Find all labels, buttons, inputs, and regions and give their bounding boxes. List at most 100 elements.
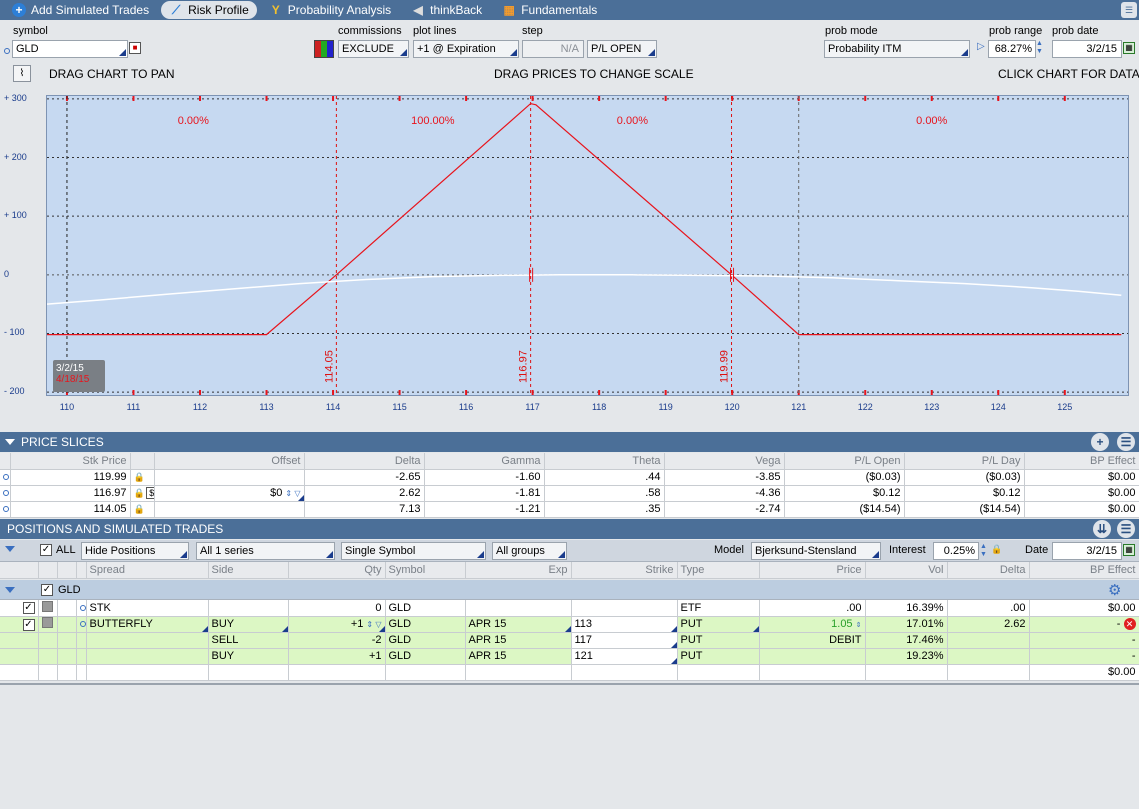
- col-price[interactable]: Price: [759, 562, 866, 579]
- prob-range-stepper[interactable]: ▲ ▼: [1036, 40, 1043, 56]
- col-exp[interactable]: Exp: [465, 562, 572, 579]
- stk-price-cell[interactable]: 114.05: [10, 501, 131, 518]
- strike-select[interactable]: 121: [570, 647, 678, 665]
- col-type[interactable]: Type: [677, 562, 760, 579]
- col-bp-effect[interactable]: BP Effect: [1029, 562, 1139, 579]
- remove-icon[interactable]: ✕: [1123, 618, 1136, 630]
- interest-lock-icon[interactable]: 🔒: [991, 544, 1002, 555]
- chart-settings-icon[interactable]: ⌇: [13, 65, 31, 82]
- offset-field[interactable]: $0 ⇕ ▽: [153, 484, 305, 502]
- model-select[interactable]: Bjerksund-Stensland: [751, 542, 881, 560]
- lock-icon[interactable]: 🔒: [134, 504, 145, 514]
- price-field[interactable]: 1.05 ⇕: [759, 616, 866, 633]
- dollar-icon[interactable]: $: [145, 487, 153, 499]
- price-slices-header[interactable]: PRICE SLICES: [0, 432, 1139, 452]
- col-pl-day[interactable]: P/L Day: [904, 453, 1025, 470]
- row-checkbox[interactable]: ✓: [22, 602, 35, 615]
- commissions-select[interactable]: EXCLUDE: [338, 40, 409, 58]
- menu-icon[interactable]: ☰: [1121, 2, 1137, 18]
- col-vol[interactable]: Vol: [865, 562, 948, 579]
- table-row[interactable]: BUY +1 GLD APR 15 121 PUT 19.23% -: [0, 647, 1139, 665]
- col-strike[interactable]: Strike: [571, 562, 678, 579]
- col-bp-effect[interactable]: BP Effect: [1024, 453, 1139, 470]
- col-qty[interactable]: Qty: [288, 562, 386, 579]
- risk-chart[interactable]: 114.05 116.97 119.99 0.00% 100.00% 0.00% 0.00%…: [46, 95, 1129, 396]
- qty-field[interactable]: +1 ⇕ ▽: [287, 615, 386, 633]
- calendar-icon[interactable]: ▦: [1123, 544, 1135, 556]
- side-select[interactable]: BUY: [207, 615, 289, 633]
- tab-fundamentals[interactable]: ▦ Fundamentals: [494, 1, 605, 19]
- row-color-swatch[interactable]: [41, 600, 53, 612]
- offset-cell[interactable]: [154, 501, 305, 518]
- date-field[interactable]: 3/2/15: [1052, 542, 1122, 560]
- play-icon[interactable]: ▷: [977, 41, 985, 52]
- col-gamma[interactable]: Gamma: [424, 453, 545, 470]
- strike-select[interactable]: 113: [570, 615, 678, 633]
- spread-select[interactable]: BUTTERFLY: [85, 615, 209, 633]
- col-stk-price[interactable]: Stk Price: [10, 453, 131, 470]
- series-select[interactable]: All 1 series: [196, 542, 335, 560]
- interest-field[interactable]: 0.25%: [933, 542, 979, 560]
- slices-menu-icon[interactable]: ☰: [1117, 433, 1135, 451]
- interest-stepper[interactable]: ▲ ▼: [980, 543, 987, 559]
- positions-header[interactable]: POSITIONS AND SIMULATED TRADES: [0, 519, 1139, 539]
- col-delta[interactable]: Delta: [304, 453, 425, 470]
- stk-price-cell[interactable]: 116.97: [10, 485, 131, 502]
- tab-add-simulated-trades[interactable]: + Add Simulated Trades: [4, 1, 157, 19]
- prob-range-field[interactable]: 68.27%: [988, 40, 1036, 58]
- col-vega[interactable]: Vega: [664, 453, 785, 470]
- lock-icon[interactable]: 🔒: [134, 472, 145, 482]
- add-slice-icon[interactable]: +: [1091, 433, 1109, 451]
- strike-select[interactable]: 117: [570, 631, 678, 649]
- col-side[interactable]: Side: [208, 562, 289, 579]
- tab-probability-analysis[interactable]: Y Probability Analysis: [261, 1, 399, 19]
- col-spread[interactable]: Spread: [86, 562, 209, 579]
- offset-stepper[interactable]: ⇕ ▽: [285, 489, 300, 498]
- stk-price-cell[interactable]: 119.99: [10, 469, 131, 486]
- hide-positions-select[interactable]: Hide Positions: [81, 542, 189, 560]
- collapse-icon[interactable]: [5, 439, 15, 445]
- qty-stepper[interactable]: ⇕ ▽: [366, 620, 381, 629]
- expand-icon[interactable]: [5, 546, 15, 552]
- col-theta[interactable]: Theta: [544, 453, 665, 470]
- tab-thinkback[interactable]: ◀ thinkBack: [403, 1, 490, 19]
- symbol-field[interactable]: GLD: [12, 40, 128, 58]
- symbol-color-icon[interactable]: ■: [129, 42, 141, 54]
- prob-date-field[interactable]: 3/2/15: [1052, 40, 1122, 58]
- pl-mode-select[interactable]: P/L OPEN: [587, 40, 657, 58]
- expand-group-icon[interactable]: [5, 587, 15, 593]
- price-stepper[interactable]: ⇕: [856, 622, 862, 629]
- offset-cell[interactable]: [154, 469, 305, 486]
- link-dot-icon[interactable]: [79, 604, 85, 611]
- collapse-all-icon[interactable]: ⇊: [1093, 520, 1111, 538]
- color-grid-icon[interactable]: [314, 40, 334, 58]
- table-row[interactable]: 114.05 🔒 7.13 -1.21 .35 -2.74 ($14.54) (…: [0, 501, 1139, 518]
- link-dot-icon[interactable]: [3, 474, 9, 480]
- symbol-mode-select[interactable]: Single Symbol: [341, 542, 486, 560]
- link-dot-icon[interactable]: [79, 621, 85, 627]
- link-dot-icon[interactable]: [3, 506, 9, 512]
- table-row[interactable]: SELL -2 GLD APR 15 117 PUT DEBIT 17.46% …: [0, 631, 1139, 649]
- lock-icon[interactable]: 🔒: [134, 488, 145, 498]
- table-row[interactable]: 119.99 🔒 -2.65 -1.60 .44 -3.85 ($0.03) (…: [0, 469, 1139, 486]
- group-row-gld[interactable]: ✓ GLD ⚙: [0, 580, 1139, 600]
- link-dot-icon[interactable]: [4, 45, 10, 57]
- link-dot-icon[interactable]: [3, 490, 9, 496]
- col-delta[interactable]: Delta: [947, 562, 1030, 579]
- table-row[interactable]: ✓ BUTTERFLY BUY +1 ⇕ ▽ GLD APR 15 113 PU…: [0, 615, 1139, 633]
- gear-icon[interactable]: ⚙: [1108, 581, 1121, 599]
- group-checkbox[interactable]: ✓: [41, 584, 53, 596]
- positions-menu-icon[interactable]: ☰: [1117, 520, 1135, 538]
- col-pl-open[interactable]: P/L Open: [784, 453, 905, 470]
- exp-select[interactable]: APR 15: [464, 615, 572, 633]
- type-select[interactable]: PUT: [676, 615, 760, 633]
- all-checkbox[interactable]: ✓: [40, 544, 52, 556]
- plot-lines-select[interactable]: +1 @ Expiration: [413, 40, 519, 58]
- row-color-swatch[interactable]: [41, 617, 53, 628]
- col-offset[interactable]: Offset: [154, 453, 305, 470]
- groups-select[interactable]: All groups: [492, 542, 567, 560]
- prob-mode-select[interactable]: Probability ITM: [824, 40, 970, 58]
- row-checkbox[interactable]: ✓: [22, 618, 35, 631]
- tab-risk-profile[interactable]: ⟋ Risk Profile: [161, 1, 257, 19]
- col-symbol[interactable]: Symbol: [385, 562, 466, 579]
